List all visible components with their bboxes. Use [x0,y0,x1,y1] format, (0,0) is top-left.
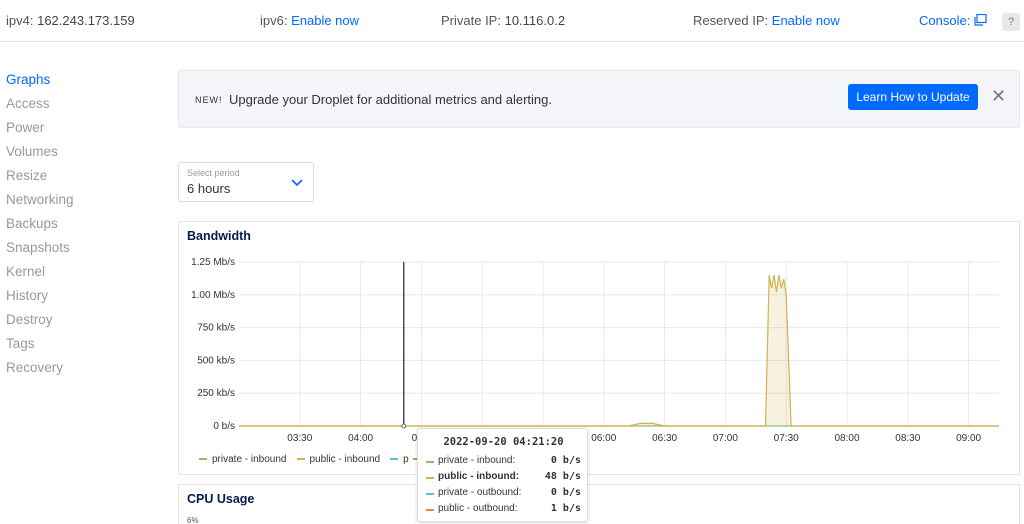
legend-swatch [390,458,399,461]
sidebar-item-backups[interactable]: Backups [6,214,156,238]
bandwidth-chart[interactable]: 0 b/s 250 kb/s 500 kb/s 750 kb/s 1.00 Mb/s 1.… [179,222,1019,474]
x-tick-label: 08:00 [834,433,859,444]
period-select-value: 6 hours [187,181,231,196]
x-tick-label: 07:00 [713,433,738,444]
external-window-icon[interactable] [974,13,987,26]
x-tick-label: 09:00 [956,433,981,444]
x-tick-label: 07:30 [774,433,799,444]
private-ip-label: Private IP: [441,13,501,28]
legend-label: public - inbound [309,454,381,465]
tooltip-series-name: private - outbound: [438,487,522,498]
tooltip-row: private - outbound: 0 b/s [426,487,581,501]
sidebar-item-tags[interactable]: Tags [6,334,156,358]
console-link[interactable]: Console: [919,13,987,28]
x-tick-label: 04:00 [348,433,373,444]
sidebar-item-volumes[interactable]: Volumes [6,142,156,166]
tooltip-series-value: 0 b/s [550,487,581,498]
private-ip-info: Private IP: 10.116.0.2 [441,13,565,28]
y-tick-label: 250 kb/s [197,388,235,399]
upgrade-banner: NEW! Upgrade your Droplet for additional… [178,70,1020,128]
period-select-label: Select period [187,168,240,178]
sidebar-item-access[interactable]: Access [6,94,156,118]
sidebar-item-networking[interactable]: Networking [6,190,156,214]
learn-how-to-update-button[interactable]: Learn How to Update [848,84,978,110]
cpu-usage-card: CPU Usage 6% [178,484,1020,524]
y-tick-label: 500 kb/s [197,355,235,366]
legend-item[interactable]: private - inbound [199,454,287,465]
sidebar-item-power[interactable]: Power [6,118,156,142]
ipv6-label: ipv6: [260,13,288,28]
legend-swatch [199,458,207,461]
tooltip-row: public - inbound: 48 b/s [426,471,581,485]
banner-message: Upgrade your Droplet for additional metr… [229,92,553,107]
sidebar-item-snapshots[interactable]: Snapshots [6,238,156,262]
ipv4-label: ipv4: [6,13,34,28]
tooltip-series-name: public - outbound: [438,503,518,514]
legend-swatch [296,458,305,461]
sidebar-item-kernel[interactable]: Kernel [6,262,156,286]
new-badge: NEW! [195,95,223,105]
sidebar-item-graphs[interactable]: Graphs [6,70,156,94]
ipv4-value[interactable]: 162.243.173.159 [37,13,135,28]
chevron-down-icon [291,179,303,187]
tooltip-swatch [426,493,434,495]
hover-cursor-point [401,423,407,429]
reserved-ip-enable-link[interactable]: Enable now [772,13,840,28]
ipv6-enable-link[interactable]: Enable now [291,13,359,28]
reserved-ip-label: Reserved IP: [693,13,769,28]
x-tick-label: 03:30 [287,433,312,444]
y-tick-label: 1.25 Mb/s [191,257,235,268]
tooltip-swatch [426,477,434,479]
tooltip-timestamp: 2022-09-20 04:21:20 [443,436,564,448]
sidebar-item-resize[interactable]: Resize [6,166,156,190]
tooltip-series-name: public - inbound: [438,471,520,482]
tooltip-row: public - outbound: 1 b/s [426,503,581,517]
reserved-ip-info: Reserved IP: Enable now [693,13,840,28]
cpu-y-tick: 6% [187,516,199,524]
y-tick-label: 0 b/s [213,421,235,432]
ipv6-info: ipv6: Enable now [260,13,359,28]
series-area-public-inbound [239,275,999,426]
tooltip-series-value: 48 b/s [544,471,581,482]
bandwidth-legend: private - inboundpublic - inboundpnd [199,454,447,465]
sidebar-item-history[interactable]: History [6,286,156,310]
cpu-usage-title: CPU Usage [187,492,255,506]
help-button[interactable]: ? [1002,13,1020,31]
x-tick-label: 08:30 [895,433,920,444]
bandwidth-card: Bandwidth 0 b/s 250 kb/s 500 kb/s 750 kb/s 1… [178,221,1020,475]
legend-item[interactable]: p [390,454,409,465]
close-icon[interactable]: ✕ [991,86,1006,106]
sidebar-item-destroy[interactable]: Destroy [6,310,156,334]
droplet-sidebar-nav: Graphs Access Power Volumes Resize Networking… [6,70,156,382]
period-select[interactable]: Select period 6 hours [178,162,314,202]
legend-item[interactable]: public - inbound [296,454,381,465]
y-tick-label: 750 kb/s [197,323,235,334]
tooltip-swatch [426,461,434,463]
console-label[interactable]: Console: [919,13,970,28]
droplet-info-bar: ipv4: 162.243.173.159 ipv6: Enable now P… [0,0,1024,42]
tooltip-swatch [426,509,434,511]
tooltip-series-value: 0 b/s [550,455,581,466]
ipv4-info: ipv4: 162.243.173.159 [6,13,135,28]
legend-label: private - inbound [212,454,287,465]
chart-tooltip: 2022-09-20 04:21:20 private - inbound: 0 … [417,428,588,522]
tooltip-series-name: private - inbound: [438,455,516,466]
private-ip-value[interactable]: 10.116.0.2 [505,13,565,28]
y-tick-label: 1.00 Mb/s [191,290,235,301]
tooltip-series-value: 1 b/s [550,503,581,514]
series-line-public-inbound [239,274,999,427]
x-tick-label: 06:00 [591,433,616,444]
legend-label: p [403,454,409,465]
tooltip-row: private - inbound: 0 b/s [426,455,581,469]
sidebar-item-recovery[interactable]: Recovery [6,358,156,382]
x-tick-label: 06:30 [652,433,677,444]
